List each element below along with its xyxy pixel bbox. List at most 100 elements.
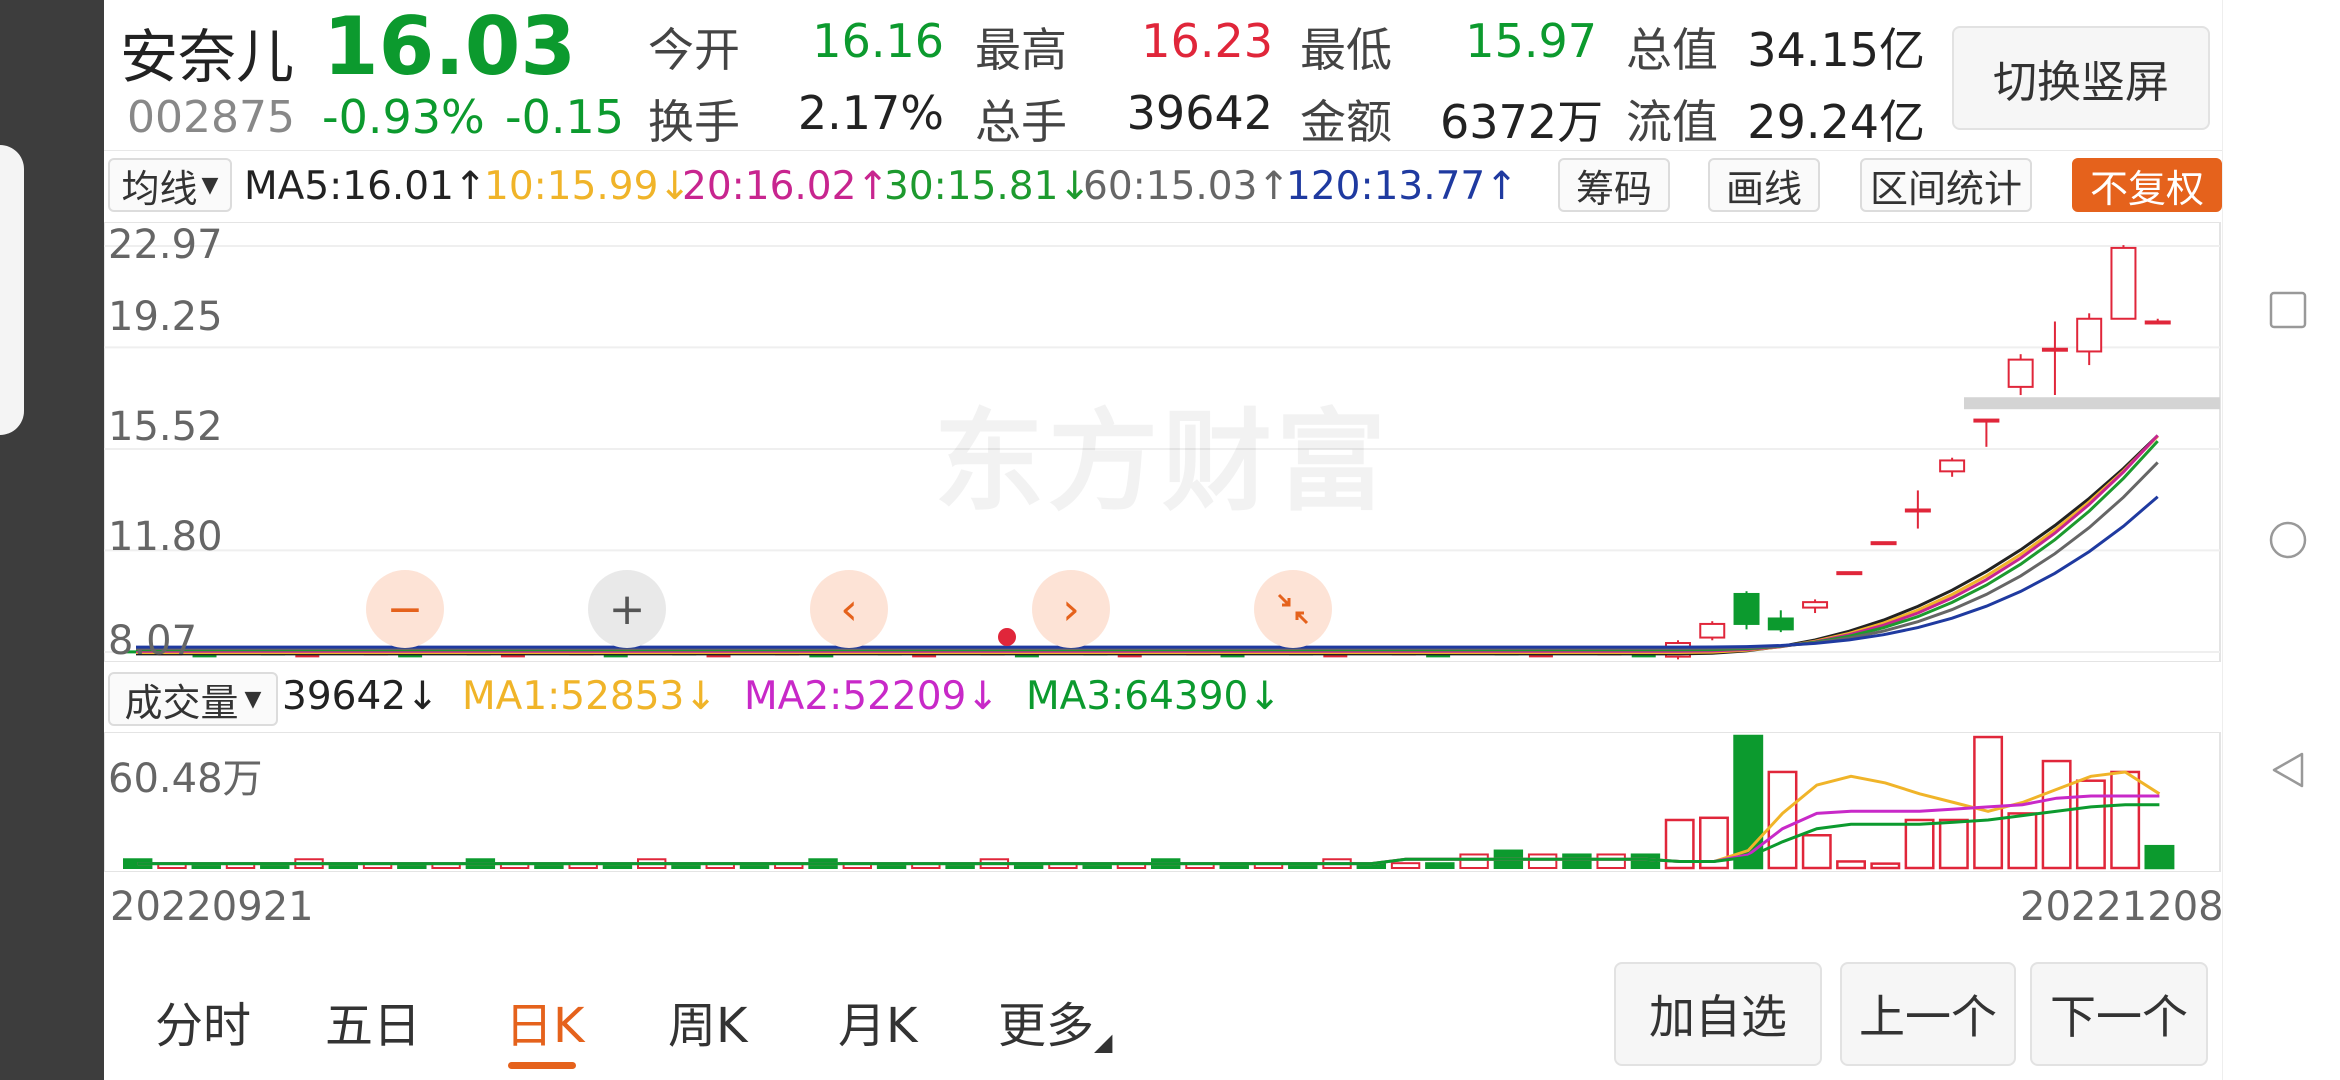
amount-value: 6372万: [1440, 95, 1604, 149]
y-tick-label: 8.07: [108, 618, 198, 664]
scroll-left-button[interactable]: ‹: [810, 570, 888, 648]
y-tick-label: 15.52: [108, 404, 223, 450]
amount-label: 金额: [1300, 95, 1392, 149]
previous-stock-button[interactable]: 上一个: [1840, 962, 2016, 1066]
tab-intraday[interactable]: 分时: [155, 986, 251, 1056]
watermark: 东方财富: [934, 398, 1390, 526]
volume-bar: [1767, 770, 1798, 870]
system-nav-bar: [2222, 0, 2340, 1080]
ma30-value: 30:15.81↓: [884, 164, 1092, 209]
circle-home-icon[interactable]: [2268, 520, 2308, 560]
volume-y-tick: 60.48万: [108, 756, 263, 802]
dropdown-triangle-icon: ▼: [244, 686, 262, 712]
ma120-value: 120:13.77↑: [1286, 164, 1518, 209]
ma60-value: 60:15.03↑: [1083, 164, 1291, 209]
volume-selector-label: 成交量: [124, 680, 239, 725]
square-recents-icon[interactable]: [2268, 290, 2308, 330]
candle-body: [2076, 317, 2103, 353]
volume-chart[interactable]: 60.48万: [104, 732, 2224, 872]
draw-line-button[interactable]: 画线: [1708, 158, 1820, 212]
candle-body: [1870, 541, 1897, 546]
candle-body: [1699, 622, 1726, 639]
volume-bar: [2110, 770, 2141, 870]
switch-portrait-button[interactable]: 切换竖屏: [1952, 26, 2210, 130]
volume-frame: [104, 732, 2221, 872]
volume-ma3-line: [137, 803, 2160, 866]
candle-body: [1767, 617, 1794, 631]
zoom-out-button[interactable]: −: [366, 570, 444, 648]
open-value: 16.16: [812, 14, 944, 68]
zoom-in-button[interactable]: +: [588, 570, 666, 648]
next-stock-button[interactable]: 下一个: [2030, 962, 2208, 1066]
change-amount: -0.15: [505, 90, 625, 144]
volume-label: 总手: [975, 95, 1067, 149]
no-adjust-button[interactable]: 不复权: [2072, 158, 2222, 212]
volume-bar: [1904, 818, 1935, 870]
volume-bar: [1870, 862, 1901, 870]
tab-daily-k[interactable]: 日K: [505, 986, 584, 1056]
y-tick-label: 22.97: [108, 222, 223, 268]
float-cap-label: 流值: [1626, 95, 1718, 149]
shrink-button[interactable]: [1254, 570, 1332, 648]
candle-body: [1802, 601, 1829, 609]
volume-bar: [1973, 735, 2004, 870]
volume-value: 39642↓: [282, 674, 439, 719]
end-date: 20221208: [2020, 884, 2224, 930]
candle-body: [1836, 571, 1863, 576]
active-tab-indicator: [508, 1062, 576, 1069]
low-label: 最低: [1300, 23, 1392, 77]
volume-selector[interactable]: 成交量 ▼: [108, 672, 278, 726]
float-cap-value: 29.24亿: [1747, 95, 1925, 149]
range-stats-button[interactable]: 区间统计: [1860, 158, 2032, 212]
dropdown-triangle-icon: ▼: [201, 172, 219, 198]
candle-body: [2110, 246, 2137, 320]
divider: [104, 150, 2222, 151]
volume-bar: [1562, 853, 1592, 869]
volume-bar: [1596, 853, 1626, 869]
tab-more[interactable]: 更多◢: [998, 986, 1112, 1056]
tab-monthly-k[interactable]: 月K: [838, 986, 917, 1056]
tab-five-day[interactable]: 五日: [325, 986, 421, 1056]
vol-ma2-value: MA2:52209↓: [744, 674, 1000, 719]
candle-body: [2144, 320, 2171, 325]
tab-more-label: 更多: [998, 998, 1095, 1054]
start-date: 20220921: [110, 884, 314, 930]
tab-weekly-k[interactable]: 周K: [668, 986, 747, 1056]
low-value: 15.97: [1465, 14, 1597, 68]
corner-triangle-icon: ◢: [1094, 1028, 1113, 1056]
market-cap-value: 34.15亿: [1747, 23, 1925, 77]
stock-name: 安奈儿: [120, 23, 295, 91]
plus-icon: +: [608, 583, 646, 635]
candle-body: [2041, 347, 2068, 352]
vol-ma3-value: MA3:64390↓: [1026, 674, 1282, 719]
ma5-value: MA5:16.01↑: [244, 164, 487, 209]
stock-code: 002875: [127, 92, 295, 143]
chip-button[interactable]: 筹码: [1558, 158, 1670, 212]
add-watchlist-button[interactable]: 加自选: [1614, 962, 1822, 1066]
triangle-back-icon[interactable]: [2268, 750, 2308, 790]
ma10-value: 10:15.99↓: [484, 164, 692, 209]
chevron-right-icon: ›: [1062, 583, 1080, 635]
ma-selector[interactable]: 均线 ▼: [108, 158, 232, 212]
market-cap-label: 总值: [1626, 23, 1718, 77]
volume-bar: [1527, 853, 1558, 869]
open-label: 今开: [648, 23, 740, 77]
ma20-value: 20:16.02↑: [682, 164, 890, 209]
chevron-left-icon: ‹: [840, 583, 858, 635]
volume-bar: [1938, 818, 1969, 870]
volume-bar: [1801, 834, 1832, 870]
volume-indicator-bar: 成交量 ▼ 39642↓ MA1:52853↓ MA2:52209↓ MA3:6…: [108, 672, 1708, 726]
minus-icon: −: [386, 583, 424, 635]
high-label: 最高: [975, 23, 1067, 77]
side-drawer-handle[interactable]: [0, 145, 24, 435]
volume-ma1-line: [137, 770, 2161, 866]
candle-body: [1733, 592, 1760, 625]
volume-svg: [104, 732, 2221, 872]
kline-chart[interactable]: 22.97 19.25 15.52 11.80 8.07 东方财富 − + ‹ …: [104, 222, 2224, 664]
cursor-marker: [998, 628, 1016, 646]
stock-price: 16.03: [323, 0, 577, 93]
scroll-right-button[interactable]: ›: [1032, 570, 1110, 648]
volume-bar: [1459, 853, 1489, 869]
vol-ma1-value: MA1:52853↓: [462, 674, 718, 719]
volume-bar: [1390, 862, 1421, 869]
